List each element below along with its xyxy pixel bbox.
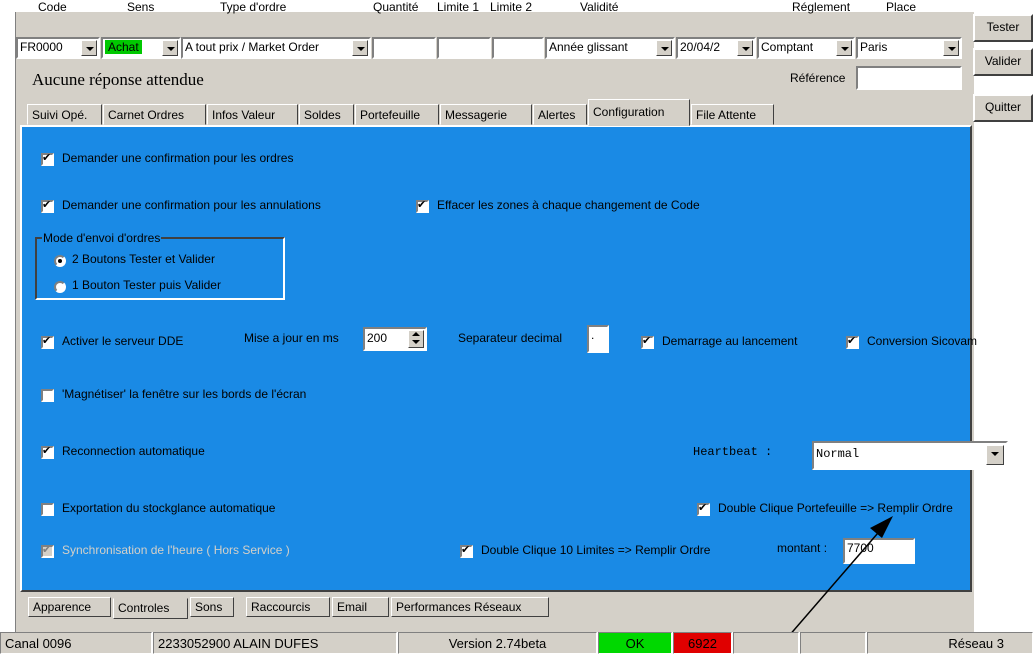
tab-configuration[interactable]: Configuration: [588, 99, 690, 126]
status-empty-2: [800, 632, 866, 654]
bottom-tab-raccourcis[interactable]: Raccourcis: [246, 597, 330, 617]
status-count-badge: 6922: [673, 632, 732, 654]
status-network: Réseau 3: [867, 632, 1033, 654]
status-ok-badge: OK: [598, 632, 672, 654]
status-version: Version 2.74beta: [398, 632, 597, 654]
status-account: 2233052900 ALAIN DUFES: [153, 632, 397, 654]
bottom-tab-sons[interactable]: Sons: [190, 597, 234, 617]
bottom-tab-controles[interactable]: Controles: [113, 598, 188, 619]
bottom-tab-email[interactable]: Email: [332, 597, 389, 617]
bottom-tab-performances[interactable]: Performances Réseaux: [391, 597, 549, 617]
status-empty-1: [733, 632, 799, 654]
annotation-arrow: [774, 516, 893, 653]
status-canal: Canal 0096: [0, 632, 152, 654]
bottom-tab-apparence[interactable]: Apparence: [28, 597, 111, 617]
